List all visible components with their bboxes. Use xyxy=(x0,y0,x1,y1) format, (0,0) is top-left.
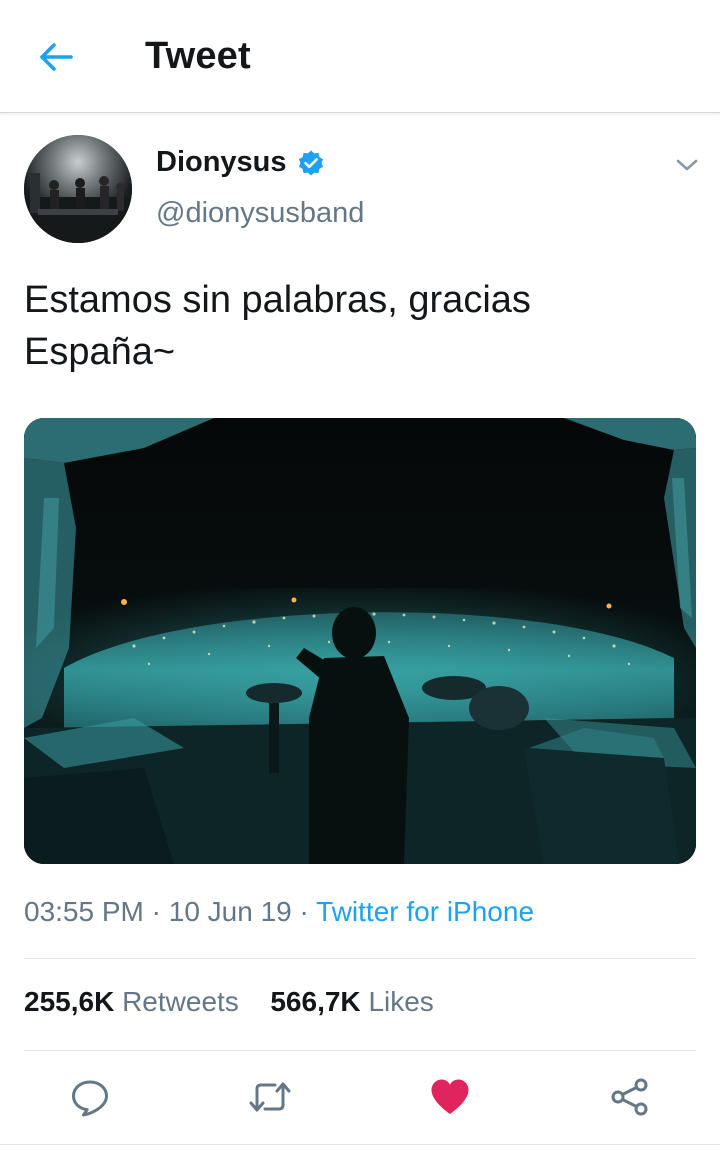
top-app-bar: Tweet xyxy=(0,0,720,113)
user-handle[interactable]: @dionysusband xyxy=(156,197,364,230)
tweet-text-line-1: Estamos sin palabras, gracias xyxy=(24,279,531,321)
tweet-photo[interactable] xyxy=(24,418,696,864)
tweet-stats: 255,6K Retweets 566,7K Likes xyxy=(24,986,434,1018)
share-icon xyxy=(611,1078,648,1116)
arrow-left-icon xyxy=(40,43,73,71)
reply-button[interactable] xyxy=(67,1074,113,1120)
retweets-count: 255,6K xyxy=(24,986,115,1017)
likes-label: Likes xyxy=(368,986,434,1017)
divider xyxy=(24,958,696,959)
concert-photo xyxy=(24,418,696,864)
reply-icon xyxy=(72,1080,108,1117)
more-options-button[interactable] xyxy=(672,150,702,180)
verified-badge-icon xyxy=(297,149,325,177)
tweet-meta: 03:55 PM · 10 Jun 19 · Twitter for iPhon… xyxy=(24,896,534,928)
retweet-icon xyxy=(249,1082,291,1112)
page-title: Tweet xyxy=(145,35,251,77)
author-name-row[interactable]: Dionysus xyxy=(156,146,325,179)
retweets-label: Retweets xyxy=(122,986,239,1017)
tweet-text-line-2: España~ xyxy=(24,331,176,373)
avatar[interactable] xyxy=(24,135,132,243)
meta-separator: · xyxy=(151,896,161,927)
likes-count: 566,7K xyxy=(270,986,361,1017)
tweet-time: 03:55 PM xyxy=(24,896,144,927)
divider xyxy=(0,1144,720,1145)
tweet-text: Estamos sin palabras, gracias España~ xyxy=(24,274,684,378)
share-button[interactable] xyxy=(607,1074,653,1120)
chevron-down-icon xyxy=(676,159,698,171)
avatar-image xyxy=(24,135,132,243)
likes-stat[interactable]: 566,7K Likes xyxy=(270,986,433,1017)
back-button[interactable] xyxy=(30,34,82,80)
display-name[interactable]: Dionysus xyxy=(156,146,287,179)
retweet-button[interactable] xyxy=(247,1074,293,1120)
tweet-source-link[interactable]: Twitter for iPhone xyxy=(316,896,534,927)
heart-icon xyxy=(431,1079,469,1114)
retweets-stat[interactable]: 255,6K Retweets xyxy=(24,986,247,1017)
tweet-date: 10 Jun 19 xyxy=(168,896,292,927)
meta-separator: · xyxy=(299,896,309,927)
like-button[interactable] xyxy=(427,1074,473,1120)
divider xyxy=(24,1050,696,1051)
